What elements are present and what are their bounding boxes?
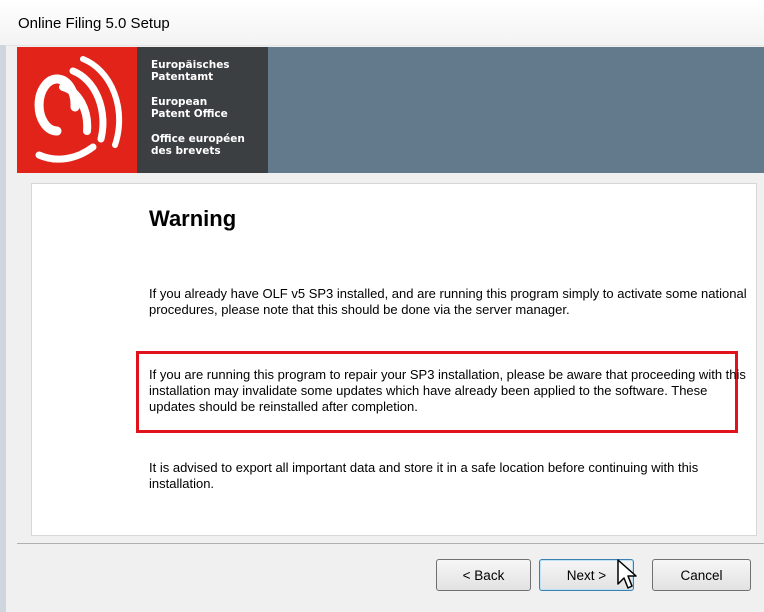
cancel-button[interactable]: Cancel bbox=[652, 559, 751, 591]
page-title: Warning bbox=[149, 206, 237, 231]
info-paragraph-1: If you already have OLF v5 SP3 installed… bbox=[149, 286, 747, 317]
logo-text-line: Patentamt bbox=[151, 71, 214, 83]
setup-window: Online Filing 5.0 Setup Europäisches Pat… bbox=[0, 0, 764, 612]
footer-divider bbox=[17, 543, 764, 544]
window-title: Online Filing 5.0 Setup bbox=[18, 15, 170, 32]
info-paragraph-3: It is advised to export all important da… bbox=[149, 460, 699, 491]
content-panel: Warning If you already have OLF v5 SP3 i… bbox=[31, 183, 757, 536]
info-paragraph-2: If you are running this program to repai… bbox=[149, 367, 746, 414]
header-banner: Europäisches Patentamt European Patent O… bbox=[17, 47, 764, 173]
epo-logo-text-block: Europäisches Patentamt European Patent O… bbox=[137, 47, 268, 173]
logo-text-line: Europäisches bbox=[151, 59, 230, 71]
arrow-cursor-icon bbox=[617, 559, 637, 589]
logo-text-line: des brevets bbox=[151, 145, 221, 157]
epo-logo-mark bbox=[17, 47, 137, 173]
epo-logo-icon bbox=[34, 56, 123, 163]
back-button[interactable]: < Back bbox=[436, 559, 531, 591]
title-bar[interactable]: Online Filing 5.0 Setup bbox=[0, 0, 764, 46]
window-frame-left bbox=[0, 45, 6, 612]
logo-text-line: European bbox=[151, 96, 208, 108]
logo-text-line: Office européen bbox=[151, 133, 245, 145]
logo-text-line: Patent Office bbox=[151, 108, 228, 120]
